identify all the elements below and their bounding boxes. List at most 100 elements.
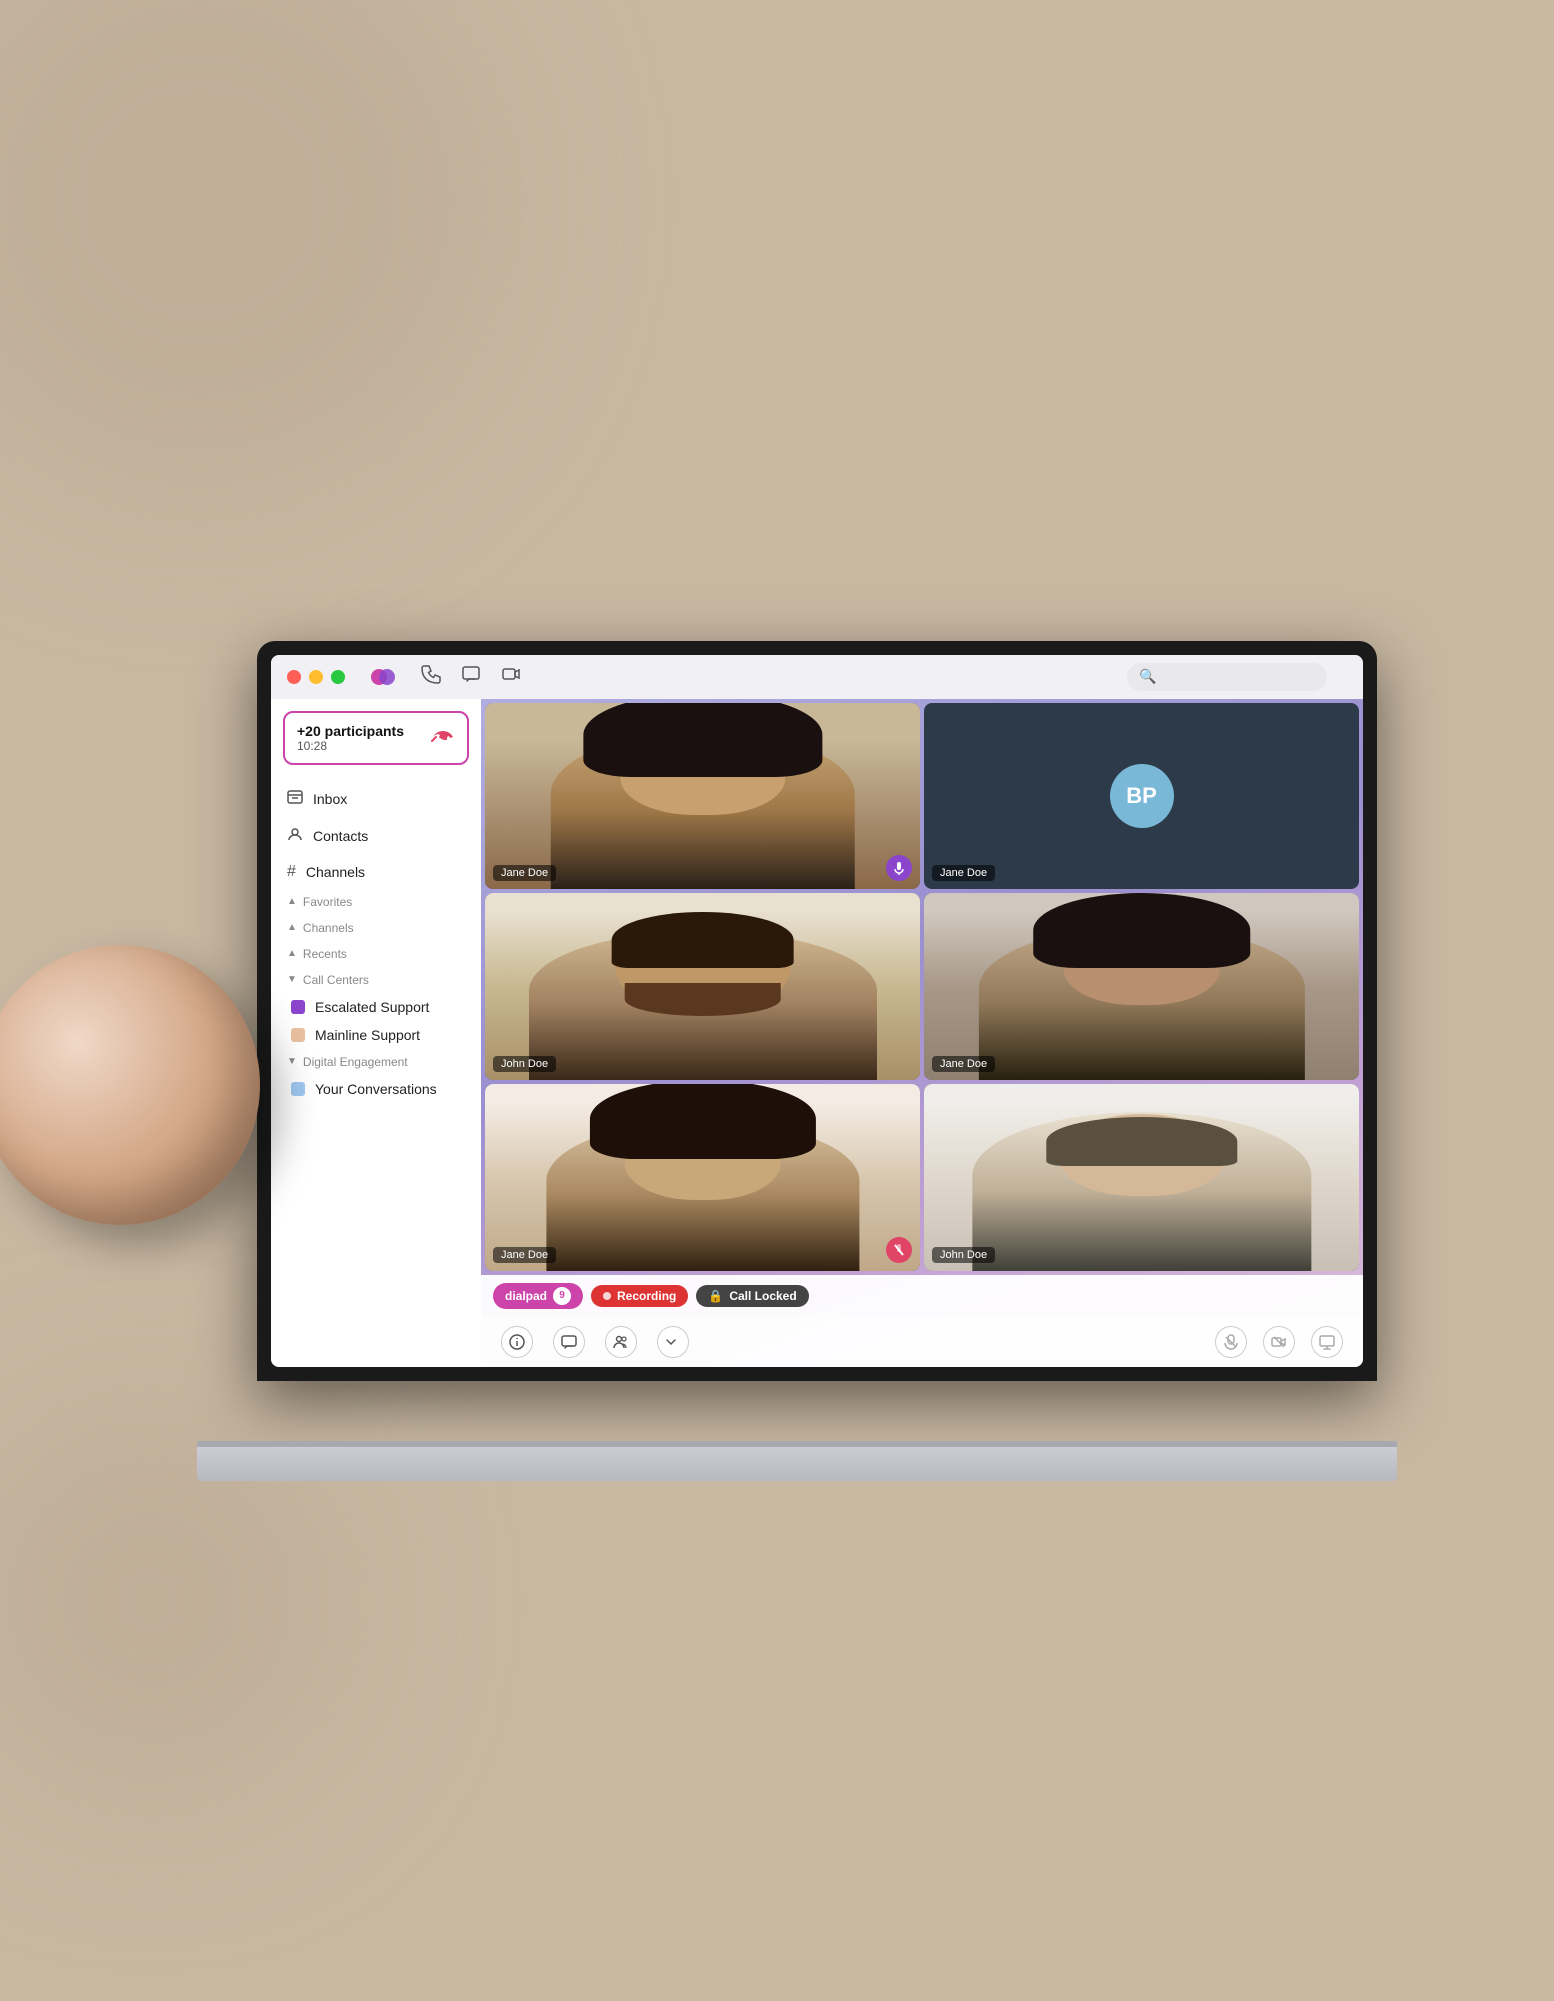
info-button[interactable] — [501, 1326, 533, 1358]
laptop-mockup: 🔍 +20 participants 10:28 — [177, 641, 1377, 1461]
channels-section-label: Channels — [303, 921, 354, 935]
mute-button[interactable] — [1215, 1326, 1247, 1358]
recents-section[interactable]: ▲ Recents — [271, 941, 481, 967]
video-name-tag-2: Jane Doe — [932, 865, 995, 881]
video-name-tag-1: Jane Doe — [493, 865, 556, 881]
your-conversations-item[interactable]: Your Conversations — [271, 1075, 481, 1103]
video-toolbar-icon[interactable] — [501, 664, 521, 689]
channels-icon: # — [287, 863, 296, 881]
call-participants-label: +20 participants — [297, 723, 404, 739]
dialpad-count: 9 — [553, 1287, 571, 1305]
mainline-support-item[interactable]: Mainline Support — [271, 1021, 481, 1049]
call-centers-label: Call Centers — [303, 973, 369, 987]
toolbar-left — [501, 1326, 689, 1358]
call-end-icon[interactable] — [431, 727, 455, 748]
minimize-button[interactable] — [309, 670, 323, 684]
screen-bezel: 🔍 +20 participants 10:28 — [257, 641, 1377, 1381]
video-name-tag-6: John Doe — [932, 1247, 995, 1263]
your-conversations-label: Your Conversations — [315, 1081, 437, 1097]
sidebar-item-channels[interactable]: # Channels — [271, 855, 481, 889]
video-feed-3 — [485, 893, 920, 1080]
call-locked-label: Call Locked — [729, 1289, 796, 1303]
close-button[interactable] — [287, 670, 301, 684]
digital-engagement-label: Digital Engagement — [303, 1055, 408, 1069]
video-feed-4 — [924, 893, 1359, 1080]
video-feed-6 — [924, 1084, 1359, 1271]
phone-toolbar-icon[interactable] — [421, 664, 441, 689]
call-info: +20 participants 10:28 — [297, 723, 404, 753]
video-tile-3[interactable]: John Doe — [485, 893, 920, 1080]
search-bar[interactable]: 🔍 — [1127, 663, 1327, 691]
call-centers-section[interactable]: ▼ Call Centers — [271, 967, 481, 993]
digital-engagement-section[interactable]: ▼ Digital Engagement — [271, 1049, 481, 1075]
call-locked-badge[interactable]: 🔒 Call Locked — [696, 1285, 808, 1307]
mainline-support-dot — [291, 1028, 305, 1042]
sidebar-item-contacts[interactable]: Contacts — [271, 818, 481, 855]
recents-label: Recents — [303, 947, 347, 961]
video-grid: Jane Doe BP Jane — [481, 699, 1363, 1275]
recording-badge[interactable]: Recording — [591, 1285, 688, 1307]
your-conversations-dot — [291, 1082, 305, 1096]
escalated-support-dot — [291, 1000, 305, 1014]
app-layout: +20 participants 10:28 — [271, 699, 1363, 1367]
chat-toolbar-icon[interactable] — [461, 664, 481, 689]
video-name-tag-4: Jane Doe — [932, 1056, 995, 1072]
escalated-support-label: Escalated Support — [315, 999, 429, 1015]
call-duration-label: 10:28 — [297, 739, 404, 753]
title-bar: 🔍 — [271, 655, 1363, 699]
active-call-card[interactable]: +20 participants 10:28 — [283, 711, 469, 765]
avatar-bp: BP — [1110, 764, 1174, 828]
video-name-tag-3: John Doe — [493, 1056, 556, 1072]
search-icon: 🔍 — [1139, 668, 1156, 685]
channels-label: Channels — [306, 864, 365, 880]
call-centers-chevron: ▼ — [287, 974, 297, 985]
screen-share-button[interactable] — [1311, 1326, 1343, 1358]
dialpad-badge-label: dialpad — [505, 1289, 547, 1303]
inbox-label: Inbox — [313, 791, 347, 807]
favorites-chevron: ▲ — [287, 896, 297, 907]
window-controls — [287, 670, 345, 684]
mainline-support-label: Mainline Support — [315, 1027, 420, 1043]
muted-badge-5 — [886, 1237, 912, 1263]
recording-badge-label: Recording — [617, 1289, 676, 1303]
lock-icon: 🔒 — [708, 1289, 723, 1303]
toolbar-icons — [421, 664, 521, 689]
contacts-icon — [287, 826, 303, 847]
recording-dot — [603, 1292, 611, 1300]
video-tile-6[interactable]: John Doe — [924, 1084, 1359, 1271]
video-tile-4[interactable]: Jane Doe — [924, 893, 1359, 1080]
inbox-icon — [287, 789, 303, 810]
call-status-bar: dialpad 9 Recording 🔒 Call Locked — [481, 1275, 1363, 1317]
video-tile-1[interactable]: Jane Doe — [485, 703, 920, 890]
chat-button[interactable] — [553, 1326, 585, 1358]
dialpad-badge[interactable]: dialpad 9 — [493, 1283, 583, 1309]
maximize-button[interactable] — [331, 670, 345, 684]
escalated-support-item[interactable]: Escalated Support — [271, 993, 481, 1021]
video-off-button[interactable] — [1263, 1326, 1295, 1358]
call-toolbar — [481, 1317, 1363, 1367]
app-logo — [369, 663, 397, 691]
channels-section-chevron: ▲ — [287, 922, 297, 933]
toolbar-right — [1215, 1326, 1343, 1358]
video-tile-5[interactable]: Jane Doe — [485, 1084, 920, 1271]
video-feed-1 — [485, 703, 920, 890]
main-content: Jane Doe BP Jane — [481, 699, 1363, 1367]
favorites-label: Favorites — [303, 895, 352, 909]
screen-content: 🔍 +20 participants 10:28 — [271, 655, 1363, 1367]
more-options-button[interactable] — [657, 1326, 689, 1358]
bg-decoration-1 — [0, 0, 500, 500]
favorites-section[interactable]: ▲ Favorites — [271, 889, 481, 915]
laptop-base — [197, 1441, 1397, 1481]
laptop-hinge — [197, 1441, 1397, 1447]
participants-button[interactable] — [605, 1326, 637, 1358]
video-feed-5 — [485, 1084, 920, 1271]
recents-chevron: ▲ — [287, 948, 297, 959]
channels-section[interactable]: ▲ Channels — [271, 915, 481, 941]
video-name-tag-5: Jane Doe — [493, 1247, 556, 1263]
sidebar-item-inbox[interactable]: Inbox — [271, 781, 481, 818]
video-tile-2[interactable]: BP Jane Doe — [924, 703, 1359, 890]
contacts-label: Contacts — [313, 828, 368, 844]
audio-active-badge-1 — [886, 855, 912, 881]
sidebar: +20 participants 10:28 — [271, 699, 481, 1367]
digital-engagement-chevron: ▼ — [287, 1056, 297, 1067]
